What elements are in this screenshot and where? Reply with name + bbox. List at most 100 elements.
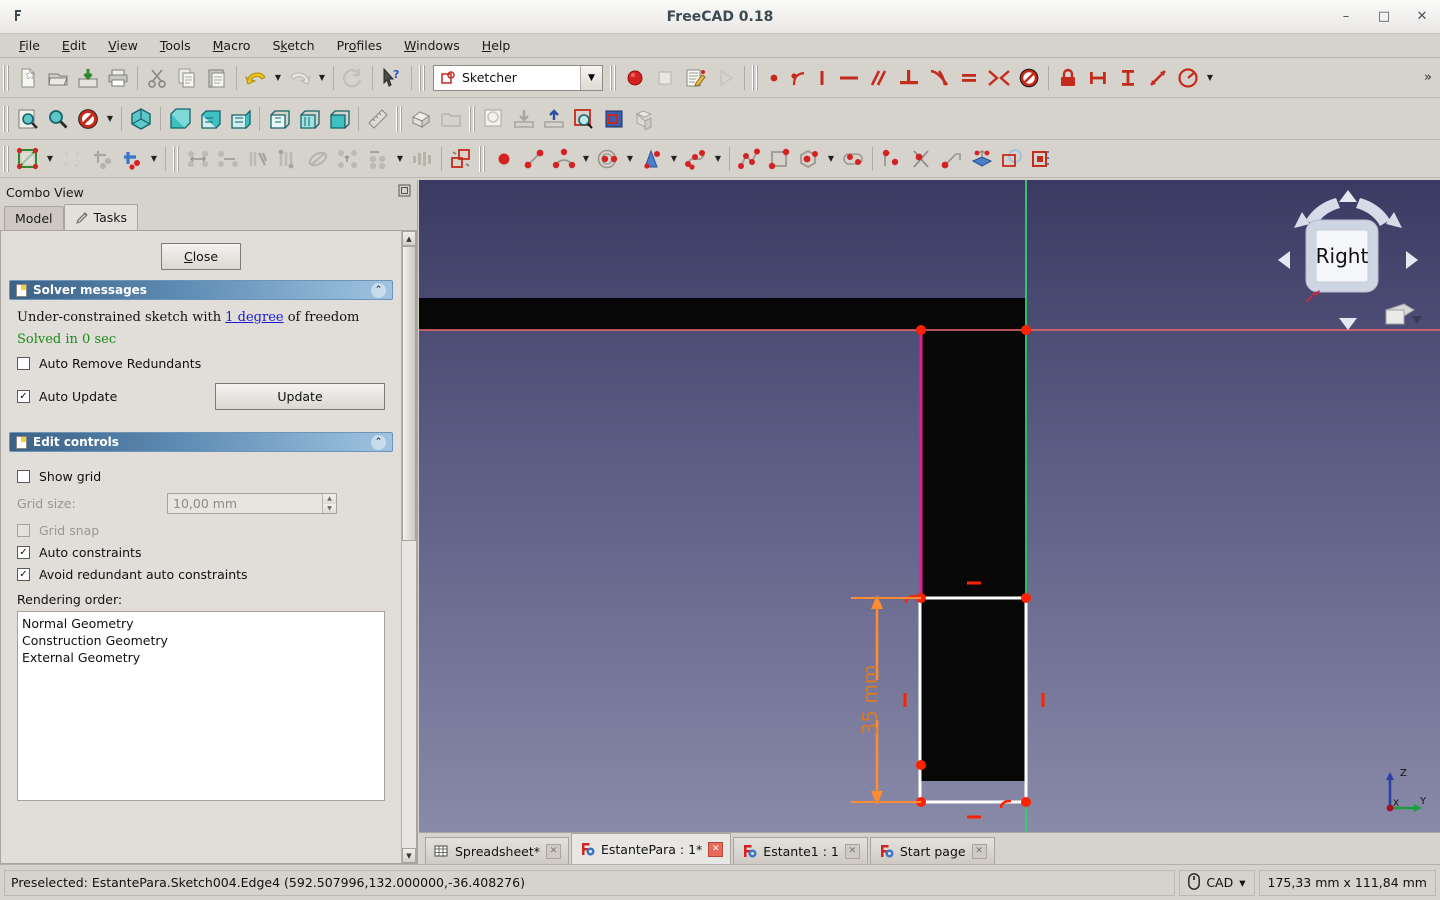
whats-this-icon[interactable]: ? — [377, 63, 407, 93]
auto-update-checkbox[interactable]: ✓ — [17, 390, 30, 403]
auto-remove-redundants-checkbox[interactable] — [17, 357, 30, 370]
menu-macro[interactable]: Macro — [202, 35, 262, 56]
undo-dropdown-icon[interactable]: ▼ — [271, 73, 285, 82]
list-item[interactable]: Normal Geometry — [22, 615, 380, 632]
constrain-perpendicular-icon[interactable] — [894, 63, 924, 93]
solver-messages-header[interactable]: Solver messages ⌃ — [9, 280, 393, 300]
carbon-copy-icon[interactable] — [997, 144, 1027, 174]
create-bspline-dropdown-icon[interactable]: ▼ — [711, 154, 725, 163]
rear-view-icon[interactable] — [264, 104, 294, 134]
select-horiz-constraints-icon[interactable] — [183, 144, 213, 174]
create-bspline-icon[interactable] — [681, 144, 711, 174]
grid-snap-row[interactable]: Grid snap — [17, 523, 385, 538]
create-conic-dropdown-icon[interactable]: ▼ — [667, 154, 681, 163]
tab-tasks[interactable]: Tasks — [63, 204, 139, 230]
navigation-cube[interactable]: Right — [1268, 180, 1428, 340]
close-icon[interactable]: ✕ — [844, 843, 860, 859]
select-conflicting-icon[interactable] — [303, 144, 333, 174]
constrain-equal-icon[interactable] — [954, 63, 984, 93]
measure-distance-icon[interactable] — [363, 104, 393, 134]
scrollbar-thumb[interactable] — [402, 246, 416, 541]
save-document-icon[interactable] — [73, 63, 103, 93]
minimize-button[interactable]: – — [1336, 7, 1356, 27]
extend-edge-icon[interactable] — [937, 144, 967, 174]
create-point-icon[interactable] — [489, 144, 519, 174]
export-sketch-icon[interactable] — [539, 104, 569, 134]
toolbar-grip[interactable] — [469, 105, 476, 132]
create-rectangle-icon[interactable] — [764, 144, 794, 174]
list-item[interactable]: External Geometry — [22, 649, 380, 666]
menu-tools[interactable]: Tools — [149, 35, 202, 56]
toolbar-grip[interactable] — [3, 105, 10, 132]
external-geometry-icon[interactable] — [967, 144, 997, 174]
toolbar-grip[interactable] — [3, 145, 10, 172]
auto-update-row-inner[interactable]: ✓ Auto Update — [17, 389, 117, 404]
open-document-icon[interactable] — [43, 63, 73, 93]
close-button[interactable]: ✕ — [1412, 7, 1432, 27]
connect-edges-icon[interactable] — [87, 144, 117, 174]
degrees-of-freedom-link[interactable]: 1 degree — [225, 310, 283, 325]
constrain-lock-icon[interactable] — [1053, 63, 1083, 93]
grid-snap-checkbox[interactable] — [17, 524, 30, 537]
menu-sketch[interactable]: Sketch — [261, 35, 325, 56]
auto-constraints-checkbox[interactable]: ✓ — [17, 546, 30, 559]
menu-profiles[interactable]: Profiles — [326, 35, 393, 56]
paste-icon[interactable] — [202, 63, 232, 93]
toolbar-grip[interactable] — [479, 145, 486, 172]
fillet-icon[interactable] — [877, 144, 907, 174]
grid-size-stepper[interactable]: 10,00 mm ▲ ▼ — [167, 493, 337, 514]
undo-icon[interactable] — [241, 63, 271, 93]
collapse-up-icon[interactable]: ⌃ — [371, 282, 386, 298]
toggle-construction-icon[interactable] — [446, 144, 476, 174]
toolbar-grip[interactable] — [419, 64, 426, 91]
restore-internal-geometry-icon[interactable] — [333, 144, 363, 174]
constrain-symmetric-icon[interactable] — [984, 63, 1014, 93]
spin-down-icon[interactable]: ▼ — [323, 503, 336, 513]
left-view-icon[interactable] — [324, 104, 354, 134]
print-icon[interactable] — [103, 63, 133, 93]
fit-all-icon[interactable] — [13, 104, 43, 134]
right-view-icon[interactable] — [225, 104, 255, 134]
list-item[interactable]: Construction Geometry — [22, 632, 380, 649]
document-tab-start-page[interactable]: Start page ✕ — [869, 837, 995, 864]
create-sketch-icon[interactable] — [479, 104, 509, 134]
import-sketch-icon[interactable] — [509, 104, 539, 134]
view-sketch-icon[interactable] — [569, 104, 599, 134]
new-document-icon[interactable] — [13, 63, 43, 93]
document-tab-estante1[interactable]: Estante1 : 1 ✕ — [733, 837, 868, 864]
constrain-angle-icon[interactable] — [1173, 63, 1203, 93]
symmetry-icon[interactable] — [363, 144, 393, 174]
select-vert-constraints-icon[interactable] — [213, 144, 243, 174]
show-grid-checkbox[interactable] — [17, 470, 30, 483]
redo-dropdown-icon[interactable]: ▼ — [315, 73, 329, 82]
front-view-icon[interactable] — [165, 104, 195, 134]
constrain-parallel-icon[interactable] — [864, 63, 894, 93]
avoid-redundant-checkbox[interactable]: ✓ — [17, 568, 30, 581]
auto-remove-redundants-row[interactable]: Auto Remove Redundants — [17, 356, 385, 371]
top-view-icon[interactable] — [195, 104, 225, 134]
macro-record-icon[interactable] — [620, 63, 650, 93]
show-grid-row[interactable]: Show grid — [17, 469, 385, 484]
constrain-distance-x-icon[interactable] — [1083, 63, 1113, 93]
edit-sketch-dropdown-icon[interactable]: ▼ — [43, 154, 57, 163]
auto-constraints-row[interactable]: ✓ Auto constraints — [17, 545, 385, 560]
scrollbar-track[interactable] — [402, 246, 416, 848]
constrain-coincident-icon[interactable] — [762, 63, 786, 93]
edit-sketch-icon[interactable] — [13, 144, 43, 174]
select-redundant-icon[interactable] — [273, 144, 303, 174]
clone-icon[interactable] — [407, 144, 437, 174]
3d-viewport[interactable]: 35 mm Right Z Y X Spreadsheet* ✕ Estante… — [419, 180, 1440, 864]
collapse-up-icon[interactable]: ⌃ — [371, 434, 386, 450]
menu-edit[interactable]: Edit — [51, 35, 97, 56]
close-icon[interactable]: ✕ — [546, 843, 561, 859]
grid-size-spin-buttons[interactable]: ▲ ▼ — [322, 494, 336, 513]
toolbar-grip[interactable] — [173, 145, 180, 172]
tasks-scrollbar[interactable]: ▲ ▼ — [401, 231, 416, 863]
toolbar-grip[interactable] — [752, 64, 759, 91]
draw-style-dropdown-icon[interactable]: ▼ — [103, 114, 117, 123]
constrain-block-icon[interactable] — [1014, 63, 1044, 93]
macro-edit-icon[interactable] — [680, 63, 710, 93]
map-sketch-icon[interactable] — [629, 104, 659, 134]
close-icon[interactable]: ✕ — [708, 841, 724, 857]
constrain-point-on-object-icon[interactable] — [786, 63, 810, 93]
